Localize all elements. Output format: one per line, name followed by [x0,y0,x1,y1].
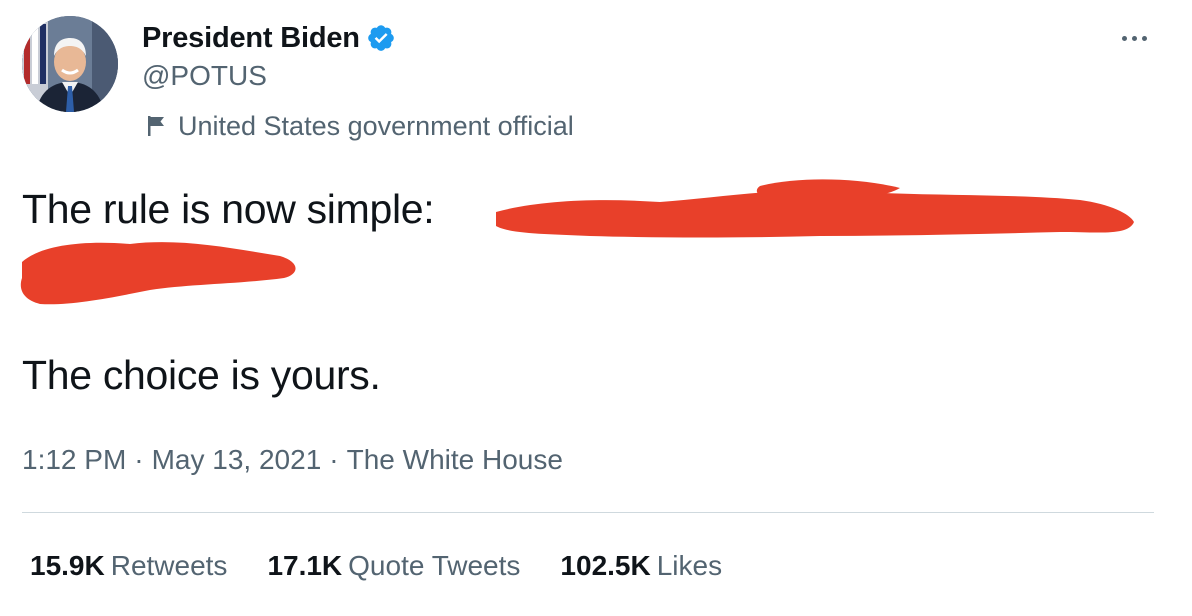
quote-tweets-label: Quote Tweets [348,550,521,581]
retweets-stat[interactable]: 15.9K Retweets [30,550,227,582]
tweet-source[interactable]: The White House [347,444,563,475]
redaction-stroke-3 [20,242,296,305]
ellipsis-icon [1121,35,1127,41]
tweet-metadata: 1:12 PM · May 13, 2021 · The White House [22,444,563,476]
likes-count: 102.5K [560,550,651,581]
author-name-row: President Biden [142,18,396,58]
retweets-label: Retweets [110,550,228,581]
display-name[interactable]: President Biden [142,22,360,55]
redaction-stroke-1 [496,190,1134,238]
avatar[interactable] [22,16,118,112]
government-label[interactable]: United States government official [146,108,574,144]
tweet-text-line-1: The rule is now simple: [22,186,435,232]
flag-icon [146,114,168,138]
redaction-marks [20,179,1134,305]
more-options-button[interactable] [1112,26,1156,50]
engagement-stats: 15.9K Retweets 17.1K Quote Tweets 102.5K Li… [30,550,762,582]
meta-separator: · [329,444,339,475]
tweet-card: President Biden @POTUS United States gov… [0,0,1192,616]
tweet-text-line-3: The choice is yours. [22,352,381,398]
quote-tweets-count: 17.1K [267,550,343,581]
author-handle[interactable]: @POTUS [142,60,267,92]
likes-stat[interactable]: 102.5K Likes [560,550,722,582]
label-text: United States government official [178,110,574,141]
divider [22,512,1154,513]
redaction-stroke-2 [756,179,900,202]
likes-label: Likes [656,550,723,581]
meta-separator: · [134,444,144,475]
quote-tweets-stat[interactable]: 17.1K Quote Tweets [267,550,520,582]
tweet-time[interactable]: 1:12 PM [22,444,126,475]
verified-badge-icon [366,23,396,53]
retweets-count: 15.9K [30,550,105,581]
tweet-date[interactable]: May 13, 2021 [152,444,322,475]
portrait-photo [22,16,118,112]
